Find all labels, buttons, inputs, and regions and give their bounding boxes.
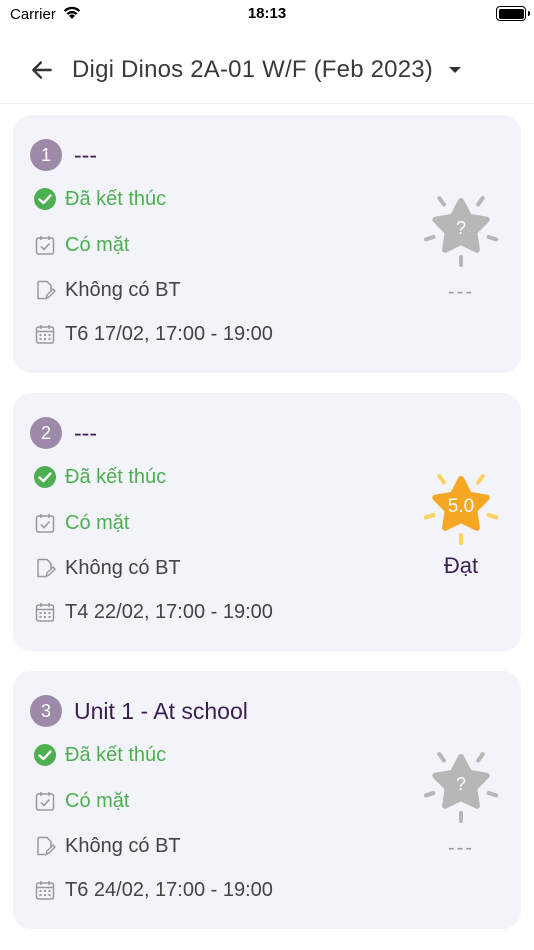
session-status: Đã kết thúc xyxy=(65,465,167,488)
caret-down-icon xyxy=(449,66,461,73)
calendar-icon xyxy=(33,322,57,346)
star-ray xyxy=(437,474,446,485)
session-card[interactable]: 2 --- Đã kết thúc Có mặt Không có BT T4 … xyxy=(13,393,521,651)
star-ray xyxy=(476,752,485,763)
star-ray xyxy=(486,512,499,520)
calendar-check-icon xyxy=(33,233,57,257)
homework-status: Không có BT xyxy=(65,834,181,857)
app-header: Digi Dinos 2A-01 W/F (Feb 2023) xyxy=(0,36,534,104)
document-edit-icon xyxy=(33,834,57,858)
check-circle-icon xyxy=(33,743,57,767)
star-ray xyxy=(486,790,499,798)
check-circle-icon xyxy=(33,465,57,489)
star-ray xyxy=(476,474,485,485)
score-label: --- xyxy=(448,281,474,303)
back-button[interactable] xyxy=(22,50,62,90)
star-ray xyxy=(476,196,485,207)
session-status: Đã kết thúc xyxy=(65,187,167,210)
session-title: --- xyxy=(74,419,97,446)
homework-row: Không có BT xyxy=(33,834,181,858)
calendar-check-icon xyxy=(33,511,57,535)
session-title: Unit 1 - At school xyxy=(74,697,248,724)
datetime-row: T6 24/02, 17:00 - 19:00 xyxy=(33,878,273,902)
status-bar: Carrier 18:13 xyxy=(0,0,534,28)
class-title[interactable]: Digi Dinos 2A-01 W/F (Feb 2023) xyxy=(72,56,433,84)
session-title: --- xyxy=(74,141,97,168)
score-label: --- xyxy=(448,837,474,859)
calendar-icon xyxy=(33,878,57,902)
calendar-icon xyxy=(33,600,57,624)
battery-icon xyxy=(496,6,530,21)
star-score-icon: ? xyxy=(421,743,501,823)
homework-row: Không có BT xyxy=(33,278,181,302)
session-header: 2 --- xyxy=(30,417,97,449)
session-number-badge: 3 xyxy=(30,695,62,727)
attendance-status: Có mặt xyxy=(65,511,130,534)
star-ray xyxy=(423,512,436,520)
session-datetime: T4 22/02, 17:00 - 19:00 xyxy=(65,600,273,623)
datetime-row: T6 17/02, 17:00 - 19:00 xyxy=(33,322,273,346)
status-row: Đã kết thúc xyxy=(33,743,166,767)
attendance-status: Có mặt xyxy=(65,789,130,812)
document-edit-icon xyxy=(33,278,57,302)
datetime-row: T4 22/02, 17:00 - 19:00 xyxy=(33,600,273,624)
star-ray xyxy=(423,234,436,242)
star-ray xyxy=(437,752,446,763)
check-circle-icon xyxy=(33,187,57,211)
status-row: Đã kết thúc xyxy=(33,187,166,211)
homework-row: Không có BT xyxy=(33,556,181,580)
homework-status: Không có BT xyxy=(65,278,181,301)
star-text: ? xyxy=(456,774,466,794)
arrow-left-icon xyxy=(32,60,52,79)
session-datetime: T6 17/02, 17:00 - 19:00 xyxy=(65,322,273,345)
session-list: 1 --- Đã kết thúc Có mặt Không có BT T6 … xyxy=(13,115,521,949)
star-score-icon: ? xyxy=(421,187,501,267)
star-text: ? xyxy=(456,218,466,238)
attendance-row: Có mặt xyxy=(33,511,129,535)
homework-status: Không có BT xyxy=(65,556,181,579)
status-row: Đã kết thúc xyxy=(33,465,166,489)
session-card[interactable]: 1 --- Đã kết thúc Có mặt Không có BT T6 … xyxy=(13,115,521,373)
attendance-row: Có mặt xyxy=(33,789,129,813)
session-header: 1 --- xyxy=(30,139,97,171)
session-number-badge: 2 xyxy=(30,417,62,449)
star-text: 5.0 xyxy=(448,496,474,517)
session-number-badge: 1 xyxy=(30,139,62,171)
document-edit-icon xyxy=(33,556,57,580)
calendar-check-icon xyxy=(33,789,57,813)
session-card[interactable]: 3 Unit 1 - At school Đã kết thúc Có mặt … xyxy=(13,671,521,929)
star-ray xyxy=(486,234,499,242)
star-ray xyxy=(437,196,446,207)
attendance-status: Có mặt xyxy=(65,233,130,256)
class-dropdown-button[interactable] xyxy=(445,60,465,80)
session-header: 3 Unit 1 - At school xyxy=(30,695,248,727)
clock: 18:13 xyxy=(247,5,287,22)
star-score-icon: 5.0 xyxy=(421,465,501,545)
session-status: Đã kết thúc xyxy=(65,743,167,766)
session-datetime: T6 24/02, 17:00 - 19:00 xyxy=(65,878,273,901)
score-label: Đạt xyxy=(443,553,479,578)
attendance-row: Có mặt xyxy=(33,233,129,257)
star-ray xyxy=(423,790,436,798)
